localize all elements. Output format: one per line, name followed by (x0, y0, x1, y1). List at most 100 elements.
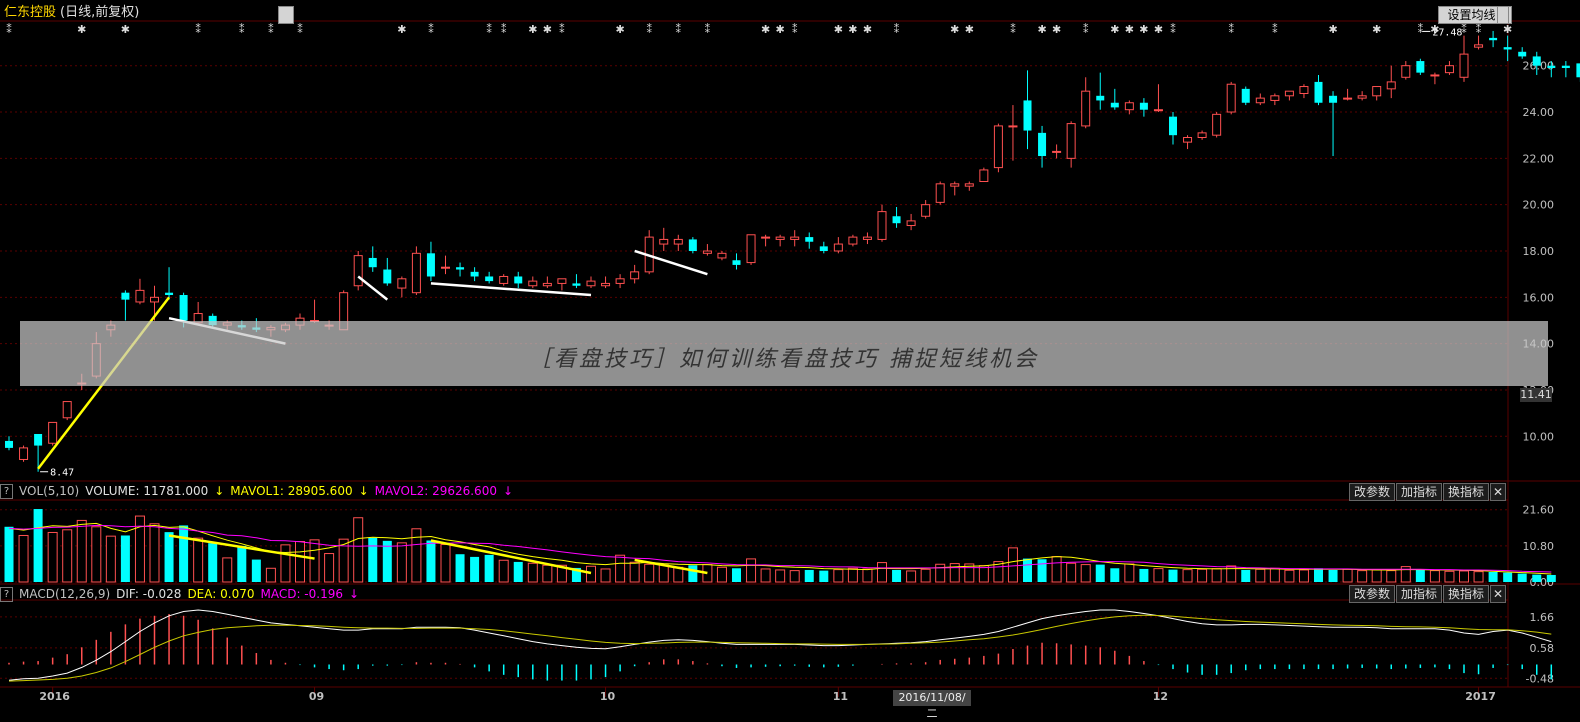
volume-bar (426, 540, 436, 582)
macd-switch-indicator-button[interactable]: 换指标 (1443, 585, 1489, 603)
volume-bar (237, 545, 247, 582)
candle-body (1372, 86, 1382, 97)
candle (775, 234, 785, 247)
volume-bar (353, 517, 364, 583)
candle (746, 234, 756, 265)
candle-body (1066, 123, 1076, 159)
volume-bar (789, 570, 800, 583)
event-mark-icon: ✱ (965, 23, 974, 36)
candle (485, 271, 494, 284)
candle (993, 123, 1003, 173)
event-mark-icon: ✱ (77, 23, 86, 36)
candle-body (833, 243, 843, 252)
macd-add-indicator-button[interactable]: 加指标 (1396, 585, 1442, 603)
candle (673, 234, 683, 251)
help-icon[interactable]: ? (0, 484, 13, 499)
candle-body (1532, 56, 1541, 66)
candle-body (1386, 81, 1396, 90)
candle-body (688, 239, 697, 251)
vol-header: ? VOL(5,10) VOLUME: 11781.000 ↓ MAVOL1: 2890… (0, 484, 519, 499)
volume-bar (1415, 569, 1425, 582)
event-mark-icon: ⁑ (1272, 23, 1278, 36)
candle (935, 181, 945, 205)
candle-body (426, 253, 435, 277)
candle (950, 181, 960, 196)
set-ma-label: 设置均线 (1447, 8, 1496, 22)
candle (979, 167, 989, 183)
event-mark-icon: ✱ (776, 23, 785, 36)
candle-body (441, 266, 450, 269)
candle-body (1314, 81, 1323, 103)
volume-bar (149, 523, 160, 583)
volume-bar (600, 568, 611, 583)
vol-label: VOL(5,10) (19, 484, 80, 498)
dif-value: DIF: -0.028 (116, 587, 182, 601)
candle-body (121, 292, 130, 300)
event-mark-icon: ✱ (528, 23, 537, 36)
event-mark-icon: ✱ (121, 23, 130, 36)
candle-body (150, 296, 159, 303)
candle-body (1169, 116, 1177, 136)
candle-body (1023, 100, 1032, 131)
event-mark-icon: ✱ (1052, 23, 1061, 36)
candle-body (165, 292, 174, 296)
candle-body (1226, 83, 1236, 113)
volume-bar (906, 570, 917, 583)
candle-body (659, 238, 669, 245)
vol-add-indicator-button[interactable]: 加指标 (1396, 483, 1442, 501)
candle (1270, 93, 1280, 106)
volume-bar (1168, 569, 1178, 582)
candle (1372, 86, 1382, 101)
macd-params-button[interactable]: 改参数 (1349, 585, 1395, 603)
stock-name: 仁东控股 (4, 5, 57, 20)
volume-bar (76, 519, 87, 583)
help-icon[interactable]: ? (0, 587, 13, 602)
candle-body (1576, 63, 1580, 78)
toolbar-tab[interactable] (278, 6, 294, 24)
x-tick-label: 12 (1153, 690, 1168, 703)
price-annotation: 8.47 (50, 468, 74, 479)
candle (1169, 112, 1177, 145)
candle-body (411, 252, 421, 294)
macd-close-icon[interactable]: ✕ (1490, 585, 1506, 603)
volume-bar (208, 543, 218, 582)
candle (790, 230, 800, 247)
event-mark-icon: ✱ (863, 23, 872, 36)
candle-body (1081, 90, 1091, 127)
candle-body (528, 280, 538, 287)
scroll-handle[interactable] (1497, 6, 1509, 24)
volume-bar (1269, 567, 1280, 583)
candle (1226, 81, 1236, 115)
volume-bar (1211, 568, 1222, 583)
candle (1474, 35, 1484, 50)
candle (964, 181, 974, 191)
volume-bar (1328, 569, 1338, 582)
vol-params-button[interactable]: 改参数 (1349, 483, 1395, 501)
candle-body (1430, 74, 1440, 77)
candle-body (761, 236, 771, 239)
volume-bar (1444, 570, 1455, 583)
candle (1212, 112, 1222, 138)
event-mark-icon: ✱ (1503, 23, 1512, 36)
macd-value: MACD: -0.196 (260, 587, 343, 601)
event-mark-icon: ⁑ (1170, 23, 1176, 36)
candle (470, 267, 479, 282)
candle-body (746, 234, 756, 264)
vol-value: VOLUME: 11781.000 (85, 484, 209, 498)
down-arrow-icon: ↓ (348, 587, 360, 601)
volume-bar (91, 526, 102, 583)
volume-bar (1110, 568, 1120, 582)
event-mark-icon: ✱ (1037, 23, 1046, 36)
candle-body (673, 238, 683, 245)
candle (310, 299, 320, 323)
candle (542, 276, 552, 289)
volume-bar (164, 532, 174, 582)
vol-close-icon[interactable]: ✕ (1490, 483, 1506, 501)
volume-bar (1357, 570, 1368, 583)
volume-bar (1095, 564, 1105, 582)
volume-bar (644, 563, 655, 583)
candle-body (950, 183, 960, 187)
candle (19, 445, 29, 462)
vol-switch-indicator-button[interactable]: 换指标 (1443, 483, 1489, 501)
volume-bar (498, 559, 509, 583)
